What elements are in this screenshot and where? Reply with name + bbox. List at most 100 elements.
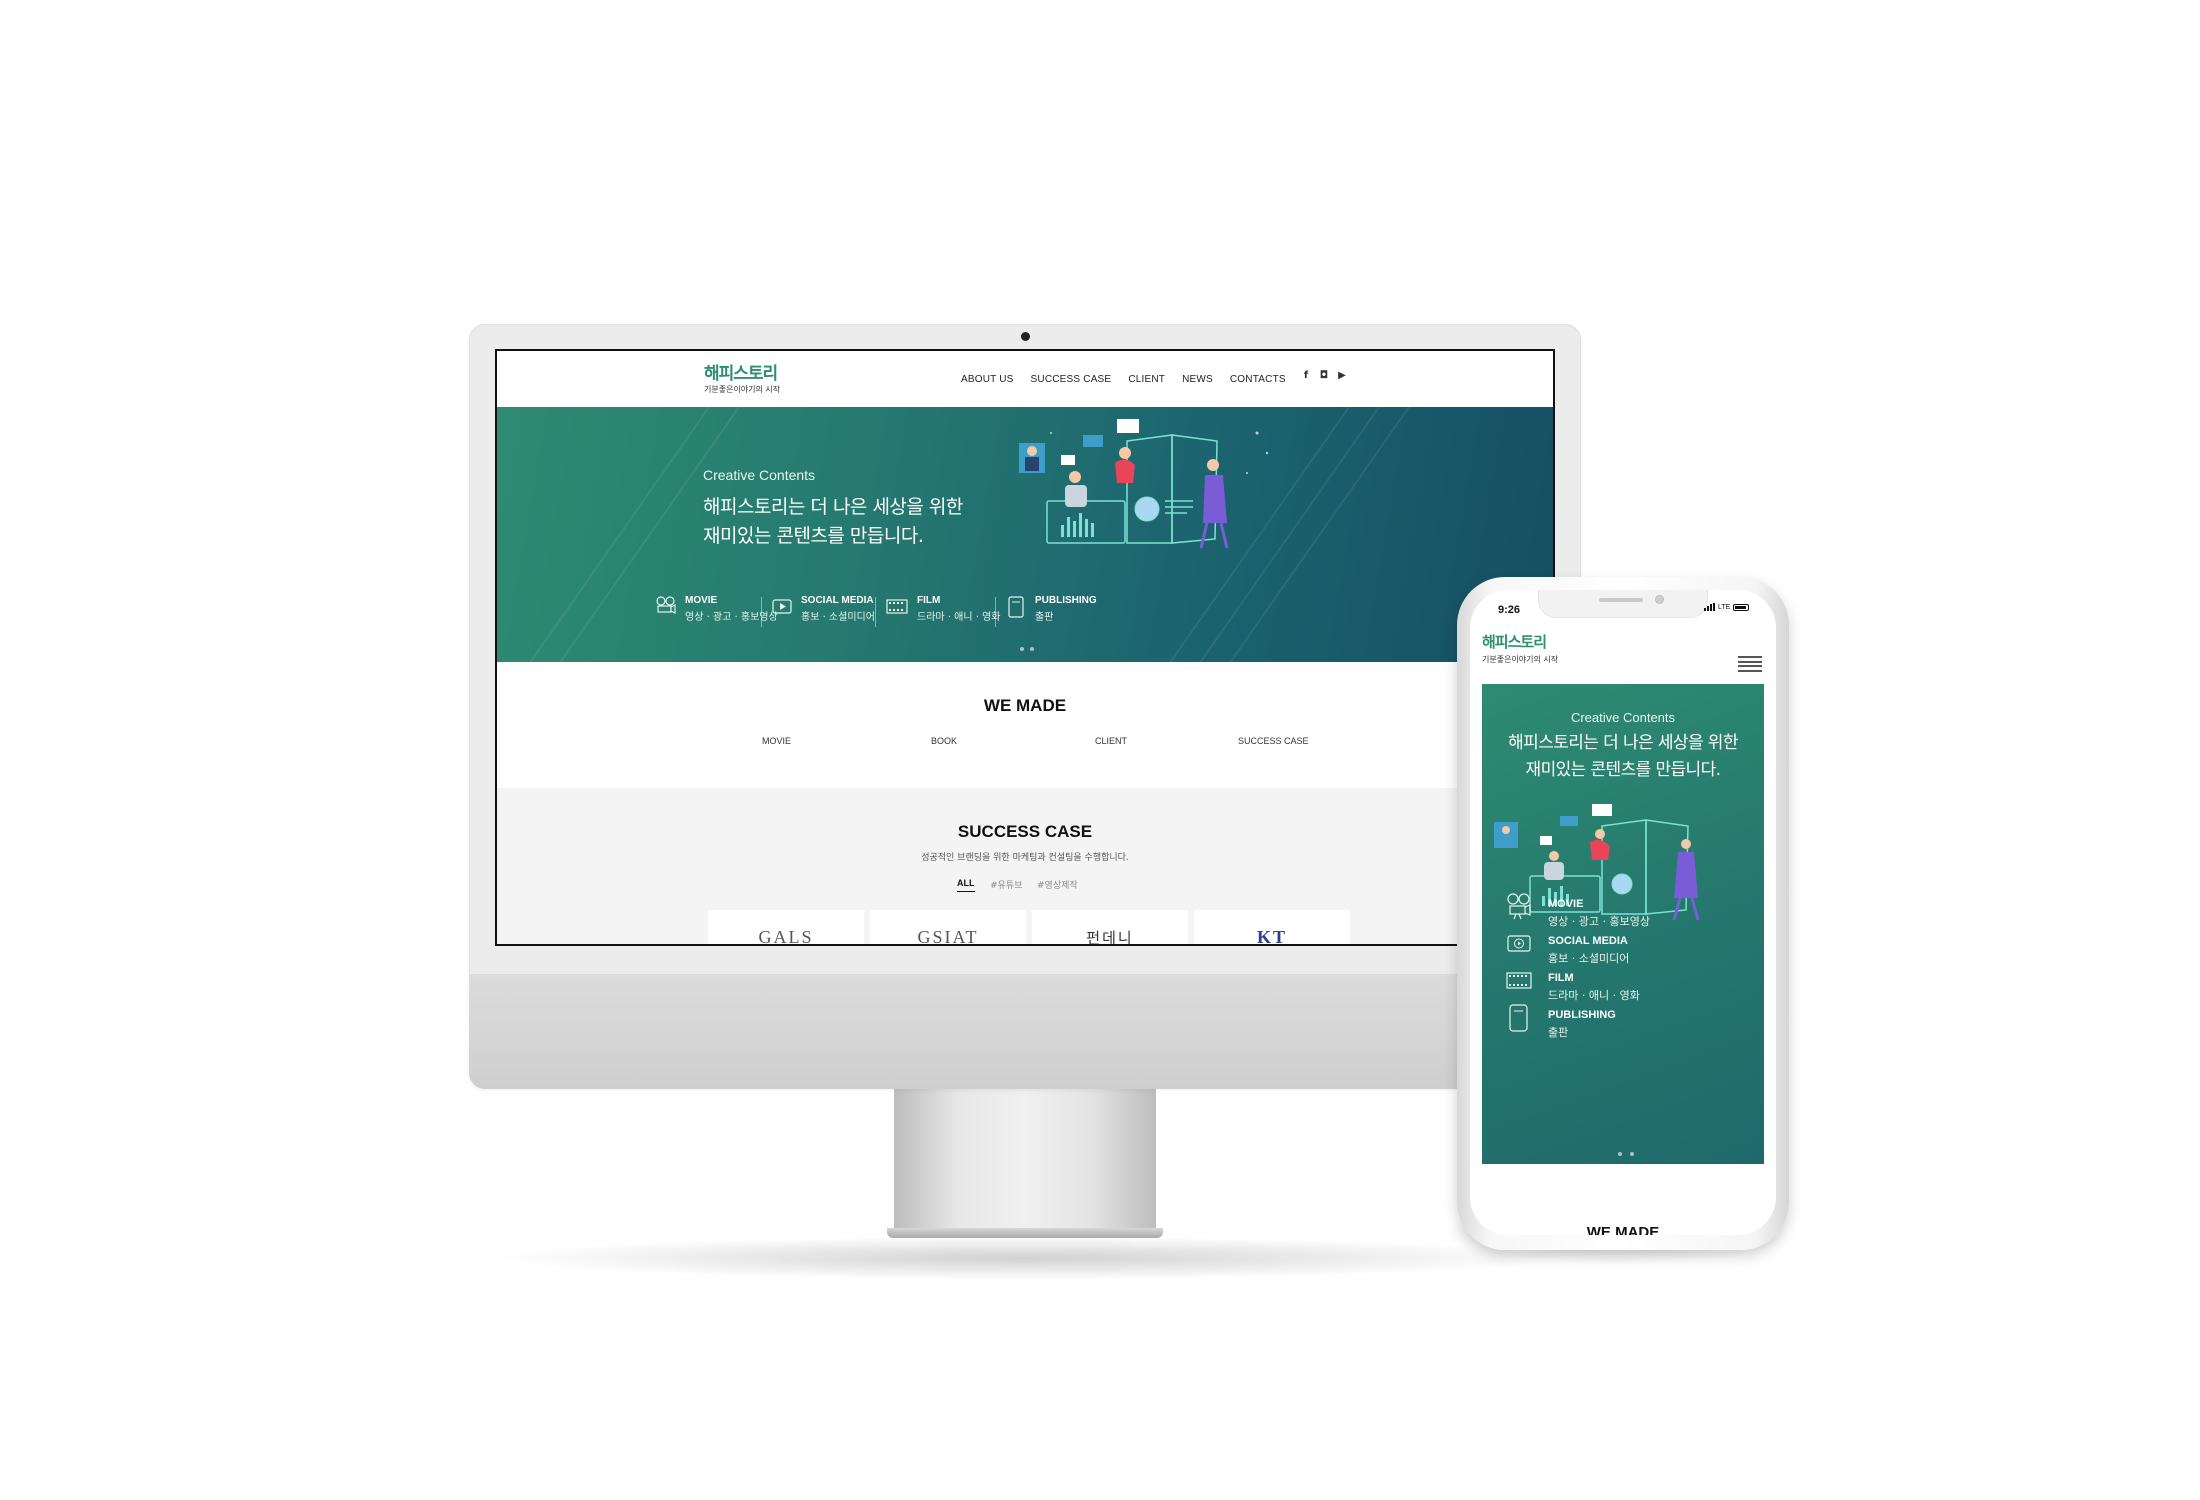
film-camera-icon xyxy=(1507,893,1531,920)
message-bubble xyxy=(1117,419,1139,433)
slider-dot[interactable] xyxy=(1630,1152,1634,1156)
success-case-title: SUCCESS CASE xyxy=(957,822,1093,841)
logo-text: 해피스토리 xyxy=(704,364,778,384)
network-label: LTE xyxy=(1718,603,1731,611)
we-made-tab-success-case[interactable]: SUCCESS CASE xyxy=(1238,736,1309,746)
filter-youtube[interactable]: #유튜브 xyxy=(990,878,1022,891)
hero-illustration xyxy=(1019,419,1269,549)
status-time: 9:26 xyxy=(1498,604,1521,616)
nav-item-success-case[interactable]: SUCCESS CASE xyxy=(1031,374,1112,385)
hero-slider-dots xyxy=(1020,647,1034,651)
imac-chin xyxy=(469,974,1581,1089)
nav-item-news[interactable]: NEWS xyxy=(1182,374,1213,385)
person-sitting xyxy=(1065,485,1087,507)
nav-item-about-us[interactable]: ABOUT US xyxy=(961,374,1014,385)
play-icon xyxy=(772,599,792,614)
service-title: PUBLISHING xyxy=(1035,595,1097,606)
email-card xyxy=(1083,435,1103,447)
service-title: SOCIAL MEDIA xyxy=(1548,935,1628,947)
front-camera xyxy=(1655,595,1664,604)
youtube-icon[interactable]: ▶ xyxy=(1337,371,1347,381)
menu-icon[interactable] xyxy=(1738,656,1762,672)
we-made-title: WE MADE xyxy=(983,696,1067,715)
case-card-logo: 펀데니 xyxy=(1086,929,1134,946)
service-desc: 홍보 · 소셜미디어 xyxy=(1548,952,1630,965)
case-card[interactable]: 펀데니 xyxy=(1032,910,1188,946)
battery-icon xyxy=(1733,603,1750,611)
imac-stand xyxy=(894,1089,1156,1231)
slider-dot[interactable] xyxy=(1030,647,1034,651)
hero-kicker: Creative Contents xyxy=(703,467,816,483)
slider-dot[interactable] xyxy=(1618,1152,1622,1156)
imac-stand-base xyxy=(887,1228,1163,1238)
person-purple xyxy=(1203,475,1227,523)
service-publishing[interactable]: PUBLISHING 출판 xyxy=(1005,595,1097,623)
film-strip-icon xyxy=(1506,972,1532,989)
hero-slider-dots xyxy=(1618,1152,1634,1156)
service-title: MOVIE xyxy=(1548,898,1584,910)
service-desc: 영상 · 광고 · 홍보영상 xyxy=(685,612,778,623)
service-social-media[interactable]: SOCIAL MEDIA 홍보 · 소셜미디어 xyxy=(771,595,875,623)
service-social-media[interactable]: SOCIAL MEDIA 홍보 · 소셜미디어 xyxy=(1506,929,1629,966)
service-title: PUBLISHING xyxy=(1548,1009,1616,1021)
book-icon xyxy=(1509,1004,1528,1032)
phone-notch xyxy=(1538,590,1708,618)
service-desc: 드라마 · 애니 · 영화 xyxy=(917,612,1001,623)
hero-title-line-2: 재미있는 콘텐츠를 만듭니다. xyxy=(703,525,924,547)
social-links: f ◘ ▶ xyxy=(1301,371,1347,381)
imac-floor-shadow xyxy=(490,1236,1560,1280)
nav-item-client[interactable]: CLIENT xyxy=(1128,374,1165,385)
filter-video-production[interactable]: #영상제작 xyxy=(1037,878,1078,891)
we-made-tab-book[interactable]: BOOK xyxy=(931,736,957,746)
signal-icon xyxy=(1704,603,1715,611)
case-card-logo: GSIAT xyxy=(917,927,979,946)
nav-item-contacts[interactable]: CONTACTS xyxy=(1230,374,1286,385)
instagram-icon[interactable]: ◘ xyxy=(1319,371,1329,381)
we-made-section: WE MADE MOVIE BOOK CLIENT SUCCESS CASE xyxy=(497,662,1553,788)
play-icon xyxy=(1507,935,1531,952)
service-divider xyxy=(995,597,996,627)
hero-title-line-2: 재미있는 콘텐츠를 만듭니다. xyxy=(1525,760,1722,780)
service-movie[interactable]: MOVIE 영상 · 광고 · 홍보영상 xyxy=(655,595,778,623)
filter-all[interactable]: ALL xyxy=(957,878,975,892)
globe-graphic xyxy=(1134,496,1160,522)
service-divider xyxy=(761,597,762,627)
hero-banner: Creative Contents 해피스토리는 더 나은 세상을 위한 재미있… xyxy=(497,407,1553,662)
desktop-website-screen: 해피스토리 기분좋은이야기의 시작 ABOUT US SUCCESS CASE … xyxy=(495,349,1555,946)
logo-text: 해피스토리 xyxy=(1482,633,1547,651)
service-divider xyxy=(875,597,876,627)
site-logo[interactable]: 해피스토리 xyxy=(704,359,778,384)
hero-kicker: Creative Contents xyxy=(1570,710,1676,725)
success-case-subtitle: 성공적인 브랜딩을 위한 마케팅과 컨설팅을 수행합니다. xyxy=(921,853,1129,863)
service-title: FILM xyxy=(1548,972,1574,984)
service-movie[interactable]: MOVIE 영상 · 광고 · 홍보영상 xyxy=(1506,892,1650,929)
we-made-tab-client[interactable]: CLIENT xyxy=(1095,736,1127,746)
hero-title: 해피스토리는 더 나은 세상을 위한 재미있는 콘텐츠를 만듭니다. xyxy=(1482,730,1764,784)
film-strip-icon xyxy=(886,599,908,614)
case-card-logo: GALS xyxy=(758,927,814,946)
service-title: FILM xyxy=(917,595,941,606)
hero-title: 해피스토리는 더 나은 세상을 위한 재미있는 콘텐츠를 만듭니다. xyxy=(703,493,963,551)
site-header: 해피스토리 기분좋은이야기의 시작 ABOUT US SUCCESS CASE … xyxy=(497,351,1553,407)
facebook-icon[interactable]: f xyxy=(1301,371,1311,381)
case-card[interactable]: GSIAT xyxy=(870,910,1026,946)
case-card[interactable]: KT xyxy=(1194,910,1350,946)
logo-tagline: 기분좋은이야기의 시작 xyxy=(1482,655,1559,664)
service-film[interactable]: FILM 드라마 · 애니 · 영화 xyxy=(885,595,1000,623)
service-desc: 드라마 · 애니 · 영화 xyxy=(1548,989,1640,1002)
person-red xyxy=(1115,459,1135,483)
speaker-grille xyxy=(1599,598,1643,602)
success-case-section: SUCCESS CASE 성공적인 브랜딩을 위한 마케팅과 컨설팅을 수행합니… xyxy=(497,788,1553,946)
film-camera-icon xyxy=(656,596,676,614)
service-publishing[interactable]: PUBLISHING 출판 xyxy=(1506,1003,1616,1040)
site-logo[interactable]: 해피스토리 xyxy=(1482,631,1547,652)
service-desc: 출판 xyxy=(1035,612,1054,623)
service-film[interactable]: FILM 드라마 · 애니 · 영화 xyxy=(1506,966,1640,1003)
case-card[interactable]: GALS xyxy=(708,910,864,946)
service-desc: 홍보 · 소셜미디어 xyxy=(801,612,875,623)
we-made-tab-movie[interactable]: MOVIE xyxy=(762,736,791,746)
logo-tagline: 기분좋은이야기의 시작 xyxy=(704,385,781,394)
case-card-logo: KT xyxy=(1256,927,1287,946)
hero-title-line-1: 해피스토리는 더 나은 세상을 위한 xyxy=(703,496,963,518)
slider-dot[interactable] xyxy=(1020,647,1024,651)
